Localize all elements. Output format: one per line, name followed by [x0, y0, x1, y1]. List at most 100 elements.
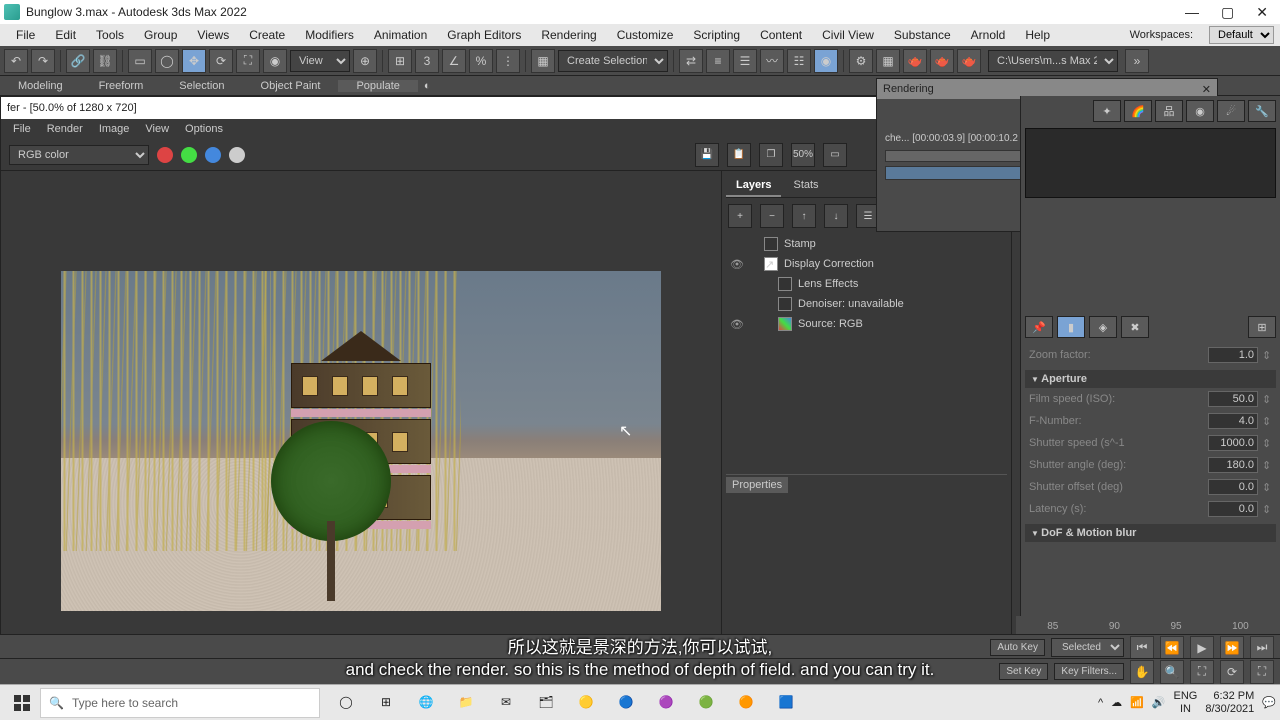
rmenu-view[interactable]: View [137, 123, 177, 135]
rmenu-render[interactable]: Render [39, 123, 91, 135]
create-tab-icon[interactable]: ✦ [1093, 100, 1121, 122]
start-button[interactable] [4, 688, 40, 718]
cortana-icon[interactable]: ◯ [328, 688, 364, 718]
selection-set-dropdown[interactable]: Create Selection Se [558, 50, 668, 72]
tray-up-icon[interactable]: ^ [1098, 697, 1103, 709]
orbit-icon[interactable]: ⟳ [1220, 660, 1244, 684]
schematic-icon[interactable]: ☷ [787, 49, 811, 73]
prev-frame-icon[interactable]: ⏪ [1160, 636, 1184, 660]
named-sel-icon[interactable]: ▦ [531, 49, 555, 73]
tray-volume-icon[interactable]: 🔊 [1152, 696, 1166, 709]
timeline-ruler[interactable]: 85 90 95 100 [1016, 616, 1280, 636]
progress-close-button[interactable]: ✕ [1202, 83, 1211, 96]
workspace-dropdown[interactable]: Default [1209, 26, 1274, 44]
shutter-speed-input[interactable] [1208, 435, 1258, 451]
menu-tools[interactable]: Tools [86, 28, 134, 42]
layers-tab[interactable]: Layers [726, 175, 781, 197]
properties-header[interactable]: Properties [726, 477, 788, 493]
zoom-input[interactable] [1208, 347, 1258, 363]
render-viewport[interactable]: ↖ [1, 171, 721, 635]
render-icon[interactable]: 🫖 [903, 49, 927, 73]
taskbar-app-4[interactable]: 🗂 [528, 688, 564, 718]
utilities-tab-icon[interactable]: 🔧 [1248, 100, 1276, 122]
aperture-rollout[interactable]: Aperture [1025, 370, 1276, 388]
taskbar-app-6[interactable]: 🟣 [648, 688, 684, 718]
notifications-icon[interactable]: 💬 [1262, 696, 1276, 709]
red-channel-icon[interactable] [157, 147, 173, 163]
taskbar-app-5[interactable]: 🔵 [608, 688, 644, 718]
goto-end-icon[interactable]: ⏭ [1250, 636, 1274, 660]
rmenu-options[interactable]: Options [177, 123, 231, 135]
select-rect-icon[interactable]: ▭ [128, 49, 152, 73]
scale-icon[interactable]: ⛶ [236, 49, 260, 73]
angle-snap-icon[interactable]: ∠ [442, 49, 466, 73]
menu-rendering[interactable]: Rendering [531, 28, 606, 42]
motion-tab-icon[interactable]: ◉ [1186, 100, 1214, 122]
curve-editor-icon[interactable]: 〰 [760, 49, 784, 73]
taskbar-chrome[interactable]: 🟡 [568, 688, 604, 718]
snap3d-icon[interactable]: 3 [415, 49, 439, 73]
taskbar-app-1[interactable]: 🌐 [408, 688, 444, 718]
close-button[interactable]: ✕ [1256, 4, 1268, 21]
ribbon-toggle-icon[interactable]: ◐ [418, 80, 437, 92]
redo-icon[interactable]: ↷ [31, 49, 55, 73]
undo-icon[interactable]: ↶ [4, 49, 28, 73]
latency-input[interactable] [1208, 501, 1258, 517]
more-icon[interactable]: » [1125, 49, 1149, 73]
modify-tab-icon[interactable]: 🌈 [1124, 100, 1152, 122]
hierarchy-tab-icon[interactable]: 品 [1155, 100, 1183, 122]
menu-file[interactable]: File [6, 28, 45, 42]
zoom-50-button[interactable]: 50% [791, 143, 815, 167]
region-icon[interactable]: ▭ [823, 143, 847, 167]
pin-stack-icon[interactable]: 📌 [1025, 316, 1053, 338]
blue-channel-icon[interactable] [205, 147, 221, 163]
autokey-button[interactable]: Auto Key [990, 639, 1045, 656]
menu-edit[interactable]: Edit [45, 28, 86, 42]
percent-snap-icon[interactable]: % [469, 49, 493, 73]
layer-up-icon[interactable]: ↑ [792, 204, 816, 228]
alpha-channel-icon[interactable] [229, 147, 245, 163]
keyfilters-button[interactable]: Key Filters... [1054, 663, 1124, 680]
layer-lens-effects[interactable]: Lens Effects [726, 274, 1007, 294]
place-icon[interactable]: ◉ [263, 49, 287, 73]
pan-icon[interactable]: ✋ [1130, 660, 1154, 684]
taskbar-3dsmax[interactable]: 🟦 [768, 688, 804, 718]
green-channel-icon[interactable] [181, 147, 197, 163]
refcoord-dropdown[interactable]: View [290, 50, 350, 72]
render-frame-icon[interactable]: ▦ [876, 49, 900, 73]
menu-arnold[interactable]: Arnold [961, 28, 1016, 42]
zoom-icon[interactable]: 🔍 [1160, 660, 1184, 684]
tray-wifi-icon[interactable]: 📶 [1130, 696, 1144, 709]
maximize-viewport-icon[interactable]: ⛶ [1250, 660, 1274, 684]
tray-lang[interactable]: ENG [1174, 690, 1198, 702]
spinner-snap-icon[interactable]: ⋮ [496, 49, 520, 73]
select-lasso-icon[interactable]: ◯ [155, 49, 179, 73]
copy-image-icon[interactable]: 📋 [727, 143, 751, 167]
ribbon-modeling[interactable]: Modeling [0, 80, 81, 92]
maximize-button[interactable]: ▢ [1221, 4, 1234, 21]
material-editor-icon[interactable]: ◉ [814, 49, 838, 73]
taskview-icon[interactable]: ⊞ [368, 688, 404, 718]
pivot-icon[interactable]: ⊕ [353, 49, 377, 73]
iso-input[interactable] [1208, 391, 1258, 407]
layer-denoiser[interactable]: Denoiser: unavailable [726, 294, 1007, 314]
rmenu-file[interactable]: File [5, 123, 39, 135]
layer-display-correction[interactable]: 👁↗Display Correction [726, 254, 1007, 274]
ribbon-selection[interactable]: Selection [161, 80, 242, 92]
next-frame-icon[interactable]: ⏩ [1220, 636, 1244, 660]
configure-icon[interactable]: ⊞ [1248, 316, 1276, 338]
tray-loc[interactable]: IN [1174, 703, 1198, 715]
align-icon[interactable]: ≡ [706, 49, 730, 73]
stats-tab[interactable]: Stats [783, 175, 828, 197]
taskbar-app-7[interactable]: 🟢 [688, 688, 724, 718]
taskbar-app-8[interactable]: 🟠 [728, 688, 764, 718]
rotate-icon[interactable]: ⟳ [209, 49, 233, 73]
unlink-icon[interactable]: ⛓ [93, 49, 117, 73]
menu-grapheditors[interactable]: Graph Editors [437, 28, 531, 42]
link-icon[interactable]: 🔗 [66, 49, 90, 73]
menu-substance[interactable]: Substance [884, 28, 961, 42]
remove-mod-icon[interactable]: ✖ [1121, 316, 1149, 338]
project-path-dropdown[interactable]: C:\Users\m...s Max 2022 [988, 50, 1118, 72]
dof-rollout[interactable]: DoF & Motion blur [1025, 524, 1276, 542]
display-tab-icon[interactable]: ☄ [1217, 100, 1245, 122]
